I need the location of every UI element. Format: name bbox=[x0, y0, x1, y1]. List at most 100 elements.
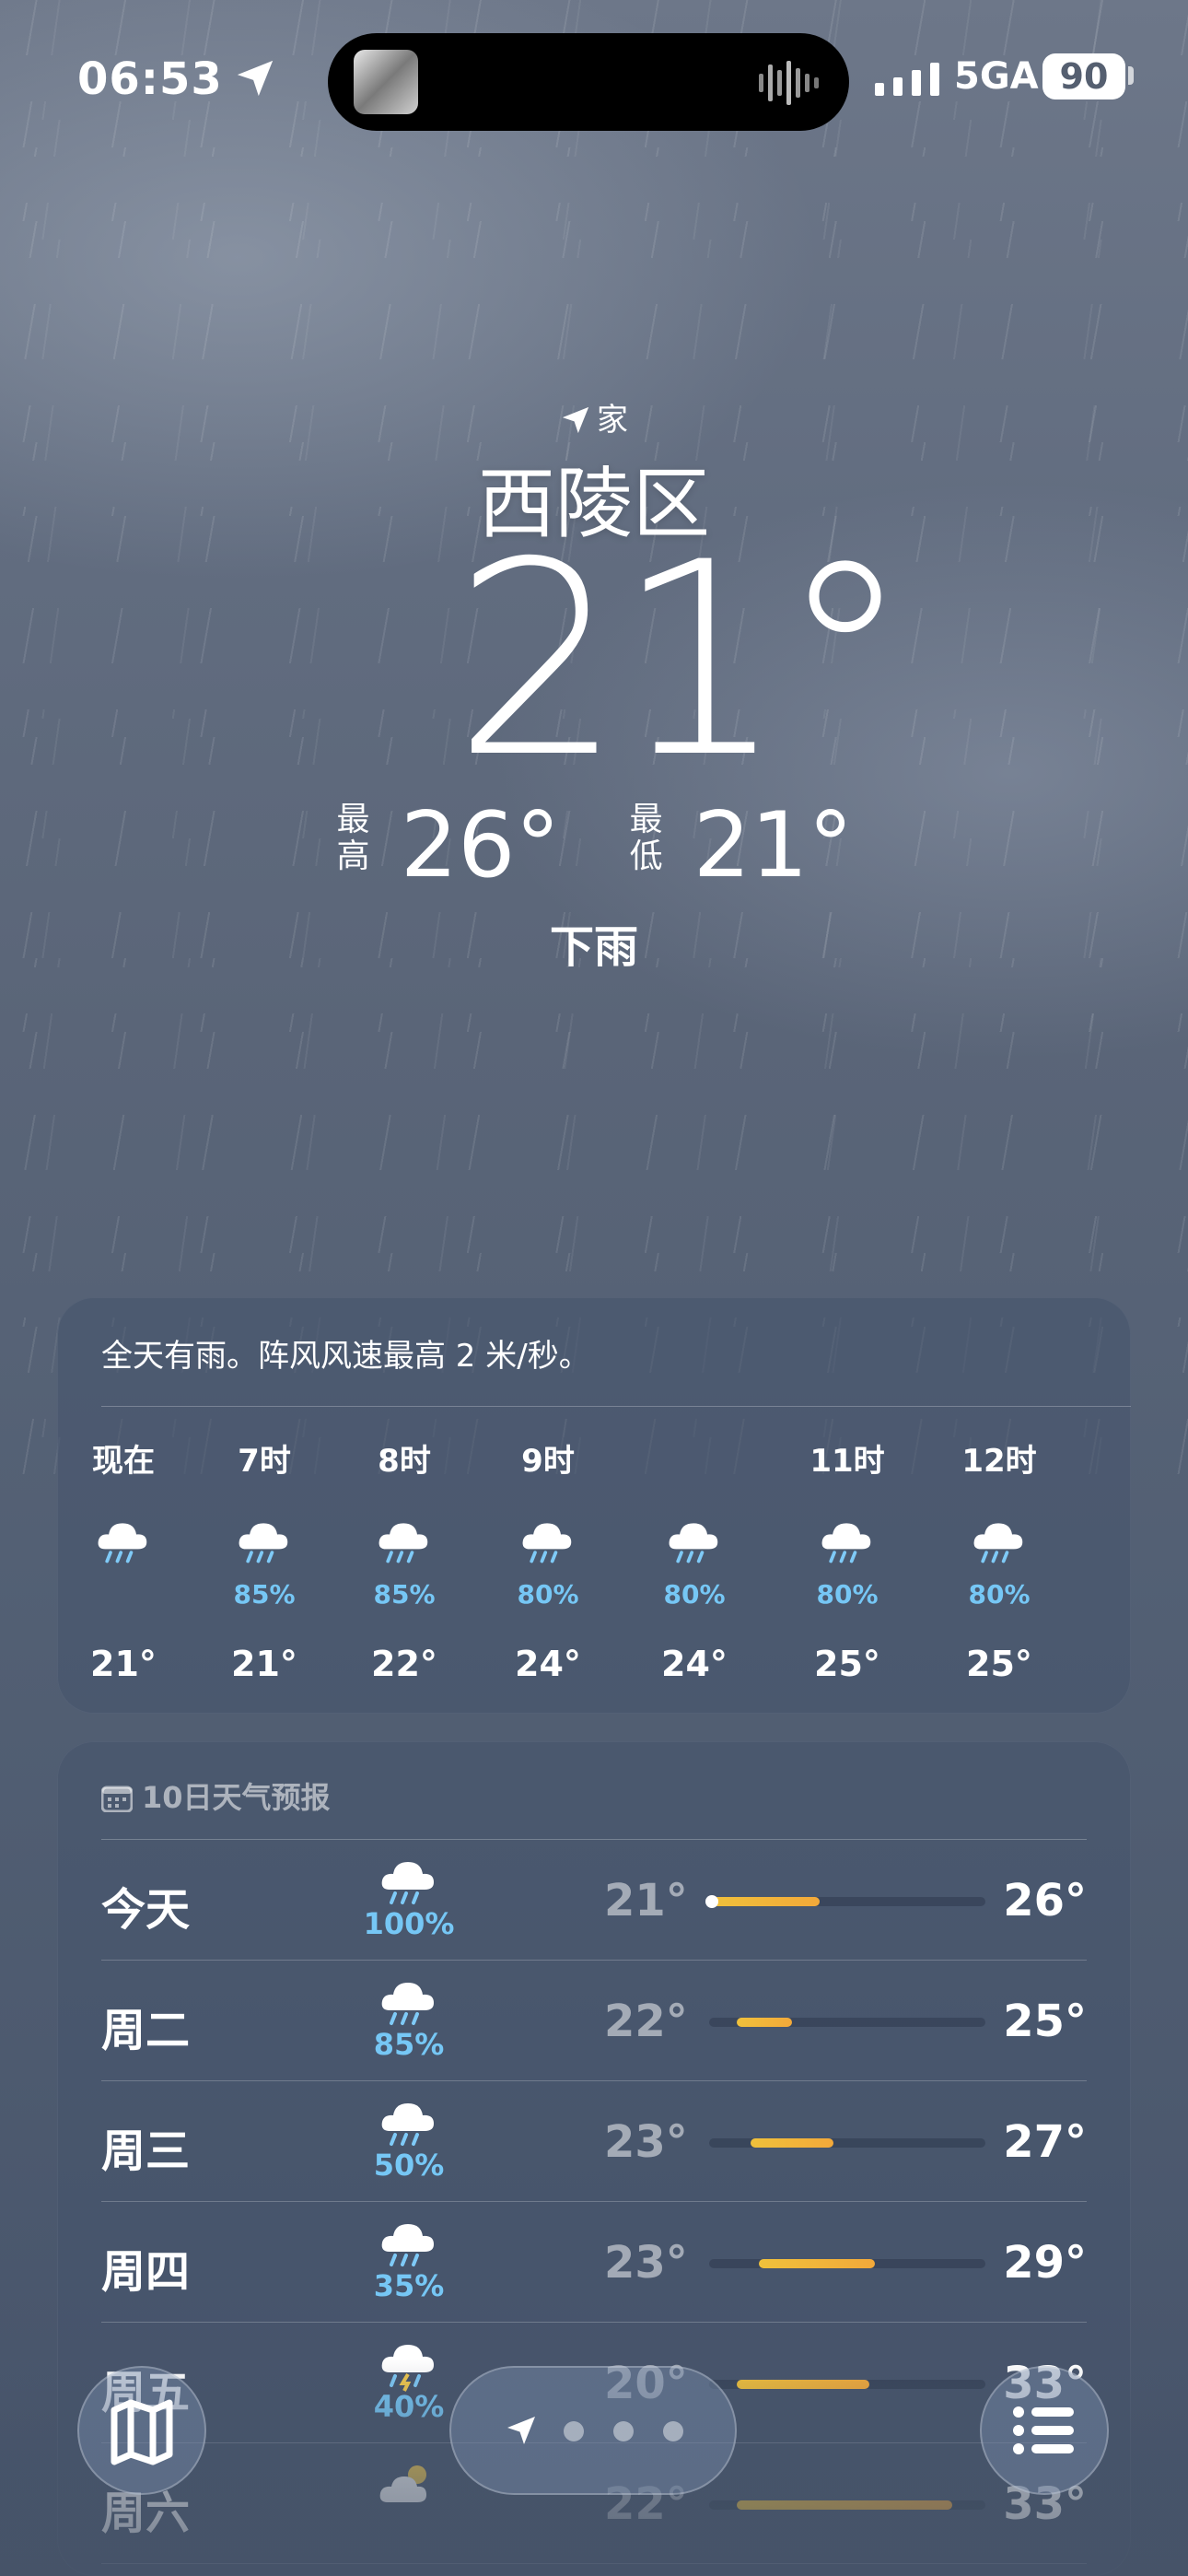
hour-precip-chance bbox=[68, 1579, 179, 1616]
day-name: 今天 bbox=[101, 1884, 191, 1936]
hour-label: 现在 bbox=[92, 1443, 155, 1480]
day-name: 周三 bbox=[101, 2125, 191, 2177]
thunderstorm-icon bbox=[381, 2345, 434, 2392]
hour-temp: 21° bbox=[231, 1644, 297, 1684]
day-icon bbox=[372, 2215, 446, 2272]
day-icon bbox=[372, 2456, 446, 2513]
location-pager[interactable] bbox=[449, 2366, 737, 2495]
temp-range-bar bbox=[709, 2259, 985, 2268]
hour-temp: 25° bbox=[814, 1644, 880, 1684]
hour-precip-chance: 85% bbox=[233, 1579, 296, 1610]
location-list-button[interactable] bbox=[980, 2366, 1109, 2495]
temp-range-fill bbox=[759, 2259, 875, 2268]
now-playing-artwork[interactable] bbox=[354, 50, 418, 114]
day-name: 周四 bbox=[101, 2246, 191, 2298]
current-temperature: 21° bbox=[453, 506, 912, 816]
temp-range-fill bbox=[751, 2138, 833, 2148]
hourly-forecast-card[interactable]: 全天有雨。阵风风速最高 2 米/秒。 现在 21° 7时 85% 21° 8时 85% 22°… bbox=[57, 1297, 1131, 1714]
hour-precip-chance: 80% bbox=[663, 1579, 726, 1610]
day-row[interactable]: 周四 35% 23° 29° bbox=[101, 2202, 1087, 2323]
hour-item: 7时 85% 21° bbox=[209, 1435, 320, 1684]
home-location-tag: 家 bbox=[0, 394, 1188, 439]
location-arrow-icon bbox=[237, 60, 274, 97]
rain-icon bbox=[239, 1523, 288, 1563]
rain-icon bbox=[669, 1523, 718, 1563]
map-button[interactable] bbox=[77, 2366, 206, 2495]
day-precip-chance: 35% bbox=[373, 2268, 445, 2303]
hour-label: 7时 bbox=[238, 1443, 291, 1480]
hour-label: 9时 bbox=[521, 1443, 575, 1480]
page-dot[interactable] bbox=[564, 2421, 584, 2441]
daily-title-text: 10日天气预报 bbox=[142, 1780, 331, 1815]
page-dot[interactable] bbox=[663, 2421, 683, 2441]
hour-temp: 21° bbox=[90, 1644, 157, 1684]
hour-icon bbox=[639, 1515, 750, 1579]
day-icon bbox=[372, 2336, 446, 2393]
hour-precip-chance: 85% bbox=[373, 1579, 436, 1610]
battery-level: 90 bbox=[1042, 53, 1125, 100]
current-temp-dot bbox=[705, 1895, 718, 1908]
hour-label: 8时 bbox=[378, 1443, 431, 1480]
day-row[interactable]: 今天 100% 21° 26° bbox=[101, 1840, 1087, 1961]
rain-icon bbox=[381, 1983, 434, 2025]
list-icon bbox=[1013, 2406, 1074, 2454]
hour-temp: 24° bbox=[661, 1644, 728, 1684]
temp-range-fill bbox=[737, 2018, 792, 2027]
day-row[interactable]: 周三 50% 23° 27° bbox=[101, 2081, 1087, 2202]
day-name: 周二 bbox=[101, 2005, 191, 2056]
day-low-temp: 21° bbox=[604, 1875, 688, 1926]
rain-icon bbox=[821, 1523, 871, 1563]
rain-icon bbox=[381, 2224, 434, 2266]
day-icon bbox=[372, 1973, 446, 2031]
partly-sunny-icon bbox=[379, 2465, 426, 2502]
day-high-temp: 26° bbox=[1003, 1875, 1087, 1926]
low-label: 最低 bbox=[629, 801, 663, 875]
rain-icon bbox=[98, 1523, 147, 1563]
temp-range-bar bbox=[709, 2018, 985, 2027]
hour-temp: 24° bbox=[515, 1644, 581, 1684]
calendar-icon bbox=[100, 1786, 134, 1813]
day-high-temp: 27° bbox=[1003, 2116, 1087, 2168]
page-dot[interactable] bbox=[613, 2421, 634, 2441]
day-precip-chance: 85% bbox=[373, 2027, 445, 2062]
rain-icon bbox=[381, 1862, 434, 1904]
hour-item: 11时 80% 25° bbox=[792, 1435, 903, 1684]
rain-icon bbox=[379, 1523, 428, 1563]
hour-precip-chance: 80% bbox=[517, 1579, 579, 1610]
dynamic-island[interactable] bbox=[328, 33, 849, 131]
rain-icon bbox=[381, 2103, 434, 2146]
temp-range-bar bbox=[709, 2500, 985, 2510]
day-icon bbox=[372, 1853, 446, 1910]
hour-icon bbox=[209, 1515, 320, 1579]
temp-range-bar bbox=[709, 2380, 985, 2389]
status-time: 06:53 bbox=[77, 53, 223, 105]
day-icon bbox=[372, 2094, 446, 2151]
divider bbox=[101, 2563, 1087, 2564]
home-label: 家 bbox=[597, 402, 628, 439]
hour-icon bbox=[944, 1515, 1054, 1579]
day-low-temp: 22° bbox=[604, 1996, 688, 2047]
hourly-summary: 全天有雨。阵风风速最高 2 米/秒。 bbox=[101, 1338, 590, 1375]
divider bbox=[101, 1406, 1131, 1407]
hour-icon bbox=[349, 1515, 460, 1579]
temp-range-fill bbox=[737, 2500, 952, 2510]
day-high-temp: 29° bbox=[1003, 2237, 1087, 2289]
audio-waveform-icon bbox=[759, 61, 819, 105]
high-low: 最高 26° 最低 21° bbox=[0, 800, 1188, 892]
day-high-temp: 25° bbox=[1003, 1996, 1087, 2047]
temp-range-bar bbox=[705, 1895, 985, 1908]
battery-tip bbox=[1128, 66, 1134, 85]
hour-icon bbox=[493, 1515, 603, 1579]
hour-icon bbox=[68, 1515, 179, 1579]
rain-icon bbox=[973, 1523, 1023, 1563]
day-low-temp: 23° bbox=[604, 2237, 688, 2289]
temp-range-bar bbox=[709, 2138, 985, 2148]
temp-range-fill bbox=[737, 2380, 869, 2389]
hour-item: 12时 80% 25° bbox=[944, 1435, 1054, 1684]
hour-item: 80% 24° bbox=[639, 1435, 750, 1684]
daily-title: 10日天气预报 bbox=[100, 1774, 331, 1817]
day-precip-chance: 50% bbox=[373, 2148, 445, 2183]
high-temp: 26° bbox=[400, 793, 561, 898]
location-arrow-icon bbox=[507, 2417, 535, 2444]
day-row[interactable]: 周二 85% 22° 25° bbox=[101, 1961, 1087, 2081]
